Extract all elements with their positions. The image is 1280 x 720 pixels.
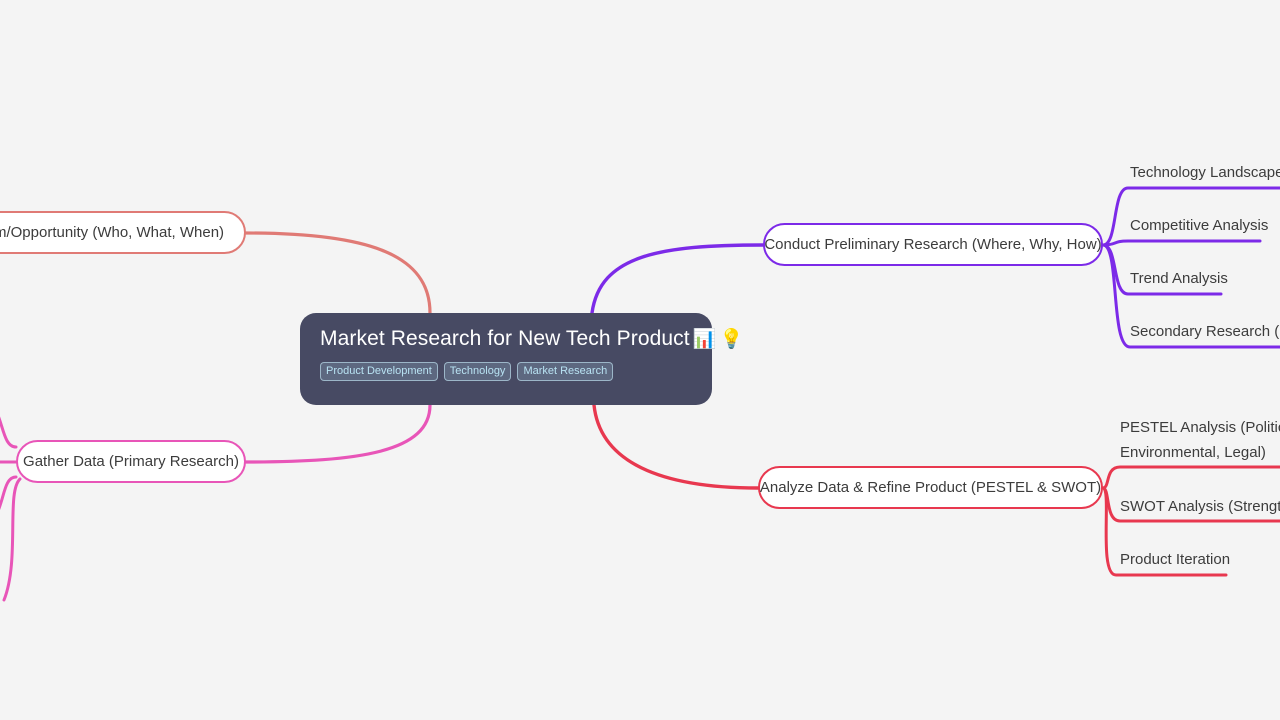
bar-chart-icon: 📊 bbox=[692, 329, 717, 350]
link-root-conduct bbox=[590, 243, 765, 315]
mindmap-canvas[interactable]: Market Research for New Tech Product 📊 💡 P… bbox=[0, 0, 1280, 720]
link-gather-child-4 bbox=[2, 477, 22, 602]
link-analyze-pestel bbox=[1101, 465, 1280, 490]
link-gather-child-3 bbox=[0, 475, 18, 510]
link-gather-child-2 bbox=[0, 416, 18, 449]
tag-technology[interactable]: Technology bbox=[443, 362, 512, 381]
root-tag-list: Product Development Technology Market Re… bbox=[320, 362, 692, 381]
leaf-trend-analysis[interactable]: Trend Analysis bbox=[1130, 266, 1228, 291]
root-title: Market Research for New Tech Product 📊 💡 bbox=[320, 326, 743, 353]
leaf-pestel-line-1: PESTEL Analysis (Political, bbox=[1120, 419, 1280, 436]
link-conduct-competitive bbox=[1101, 239, 1262, 247]
branch-node-analyze-data[interactable]: Analyze Data & Refine Product (PESTEL & … bbox=[758, 466, 1103, 509]
link-root-gather bbox=[244, 403, 432, 464]
tag-product-development[interactable]: Product Development bbox=[320, 362, 438, 381]
leaf-competitive-analysis[interactable]: Competitive Analysis bbox=[1130, 213, 1268, 238]
leaf-swot-analysis[interactable]: SWOT Analysis (Strengths, bbox=[1120, 494, 1280, 519]
lightbulb-icon: 💡 bbox=[719, 329, 744, 350]
branch-node-define-problem[interactable]: blem/Opportunity (Who, What, When) bbox=[0, 211, 246, 254]
leaf-technology-landscape-analysis[interactable]: Technology Landscape A bbox=[1130, 160, 1280, 185]
link-root-analyze bbox=[592, 403, 760, 490]
branch-node-conduct-preliminary-research[interactable]: Conduct Preliminary Research (Where, Why… bbox=[763, 223, 1103, 266]
leaf-secondary-research[interactable]: Secondary Research (Rep bbox=[1130, 319, 1280, 344]
leaf-pestel-analysis[interactable]: PESTEL Analysis (Political, Environmenta… bbox=[1120, 415, 1280, 465]
leaf-pestel-line-2: Environmental, Legal) bbox=[1120, 444, 1266, 461]
leaf-product-iteration[interactable]: Product Iteration bbox=[1120, 547, 1230, 572]
root-node[interactable]: Market Research for New Tech Product 📊 💡 P… bbox=[300, 313, 743, 405]
root-title-text: Market Research for New Tech Product bbox=[320, 327, 690, 350]
tag-market-research[interactable]: Market Research bbox=[517, 362, 614, 381]
branch-node-gather-data[interactable]: Gather Data (Primary Research) bbox=[16, 440, 246, 483]
link-root-define bbox=[244, 231, 432, 315]
